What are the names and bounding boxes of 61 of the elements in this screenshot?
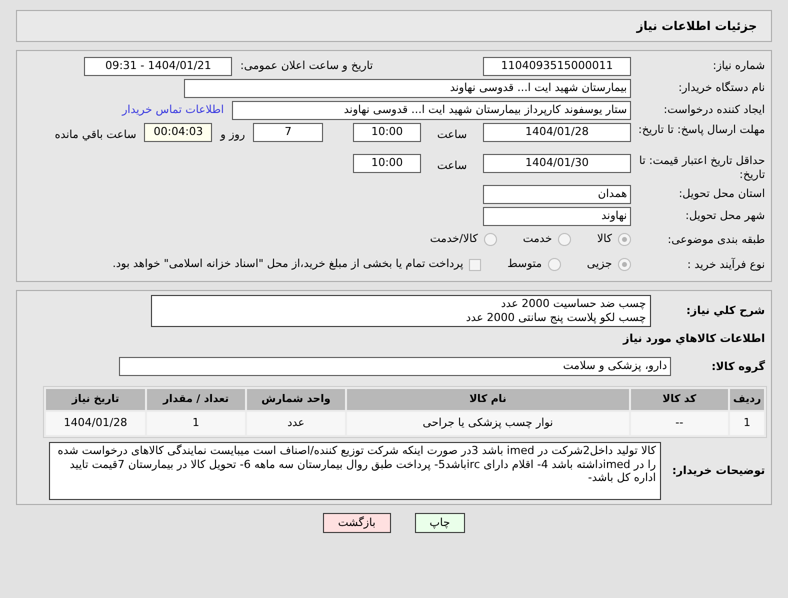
field-label: نام دستگاه خریدار: (677, 81, 766, 95)
column-header: نام کالا (347, 388, 629, 410)
table-cell: -- (630, 412, 728, 435)
radio-button[interactable] (484, 233, 497, 246)
table-cell: نوار چسب پزشکی یا جراحی (347, 412, 629, 435)
column-header: تعداد / مقدار (147, 388, 245, 410)
remaining-time-field[interactable]: 00:04:03 (144, 123, 212, 142)
checkbox[interactable] (469, 258, 482, 270)
column-header: تاریخ نیاز (46, 388, 145, 410)
option-label: متوسط (507, 256, 542, 272)
field-label: ساعت باقي مانده (54, 127, 136, 143)
date-field[interactable]: 1404/01/28 (483, 123, 631, 142)
radio-button[interactable] (548, 258, 561, 271)
field-label: گروه کالا: (710, 360, 766, 374)
option-label: خدمت (522, 231, 552, 248)
radio-button[interactable] (618, 258, 631, 271)
table-cell: 1 (147, 412, 245, 435)
table-cell: 1 (730, 412, 764, 435)
city-field[interactable]: نهاوند (483, 206, 631, 226)
goods-group-field[interactable]: دارو، پزشکی و سلامت (119, 357, 671, 376)
field-label: استان محل تحویل: (678, 187, 766, 201)
back-button[interactable]: بازگشت (322, 512, 391, 534)
announce-date-field[interactable]: 1404/01/21 - 09:31 (84, 56, 232, 76)
field-label: ساعت (437, 158, 467, 174)
field-label: حداقل تاریخ اعتبار قیمت: تا تاریخ: (638, 154, 766, 182)
option-label: جزیی (586, 256, 612, 272)
field-label: مهلت ارسال پاسخ: تا تاریخ: (637, 123, 766, 137)
print-button[interactable]: چاپ (414, 512, 466, 534)
field-label: ساعت (437, 127, 467, 143)
need-number-field[interactable]: 1104093515000011 (483, 56, 631, 76)
contact-link[interactable]: اطلاعات تماس خریدار (122, 102, 224, 118)
description-box[interactable]: چسب ضد حساسیت 2000 عدد چسب لکو پلاست پنج سانتی 2000 عدد (151, 295, 651, 327)
province-field[interactable]: همدان (483, 184, 631, 204)
buyer-org-field[interactable]: بیمارستان شهید ایت ا... قدوسی نهاوند (184, 78, 631, 98)
radio-button[interactable] (618, 233, 631, 246)
field-label: شهر محل تحویل: (684, 209, 766, 223)
column-header: کد کالا (630, 388, 728, 410)
table-cell: 1404/01/28 (46, 412, 145, 435)
field-label: شرح کلي نیاز: (685, 304, 766, 318)
field-label: ایجاد کننده درخواست: (662, 103, 766, 117)
option-label: کالا/خدمت (430, 231, 478, 248)
field-label: تاریخ و ساعت اعلان عمومی: (240, 58, 373, 74)
page-title: جزئیات اطلاعات نیاز (16, 10, 772, 42)
column-header: ردیف (730, 388, 764, 410)
field-label: شماره نیاز: (712, 59, 766, 73)
column-header: واحد شمارش (246, 388, 346, 410)
creator-field[interactable]: ستار یوسفوند کارپرداز بیمارستان شهید ایت ا... قدوسی نهاوند (232, 100, 631, 120)
date-field[interactable]: 1404/01/30 (483, 154, 631, 173)
option-label: کالا (597, 231, 612, 248)
field-label: نوع فرآیند خرید : (686, 258, 766, 272)
time-field[interactable]: 10:00 (353, 154, 422, 173)
table-cell: عدد (246, 412, 346, 435)
field-label: روز و (220, 127, 246, 143)
field-label: طبقه بندی موضوعی: (666, 232, 766, 246)
field-label: توضیحات خریدار: (671, 464, 766, 478)
time-field[interactable]: 10:00 (353, 123, 422, 142)
radio-button[interactable] (558, 233, 572, 246)
payment-note: پرداخت تمام یا بخشی از مبلغ خرید،از محل "اسناد خزانه اسلامی" خواهد بود. (112, 256, 464, 272)
section-heading: اطلاعات کالاهاي مورد نیاز (623, 331, 766, 347)
buyer-notes-box[interactable]: کالا تولید داخل2شرکت در imed باشد 3در صورت اینکه شرکت توزیع کننده/اصناف است میبایست نمایندگی کالاهای درخواست شده را در imedداشته باشد 4- اقلام دارای ircباشد5- پرداخت طبق روال بیمارستان سه ماهه 6- تحویل کالا در بیمارستان 7قیمت تایید اداره کل باشد- (49, 442, 661, 500)
days-field[interactable]: 7 (253, 123, 324, 142)
